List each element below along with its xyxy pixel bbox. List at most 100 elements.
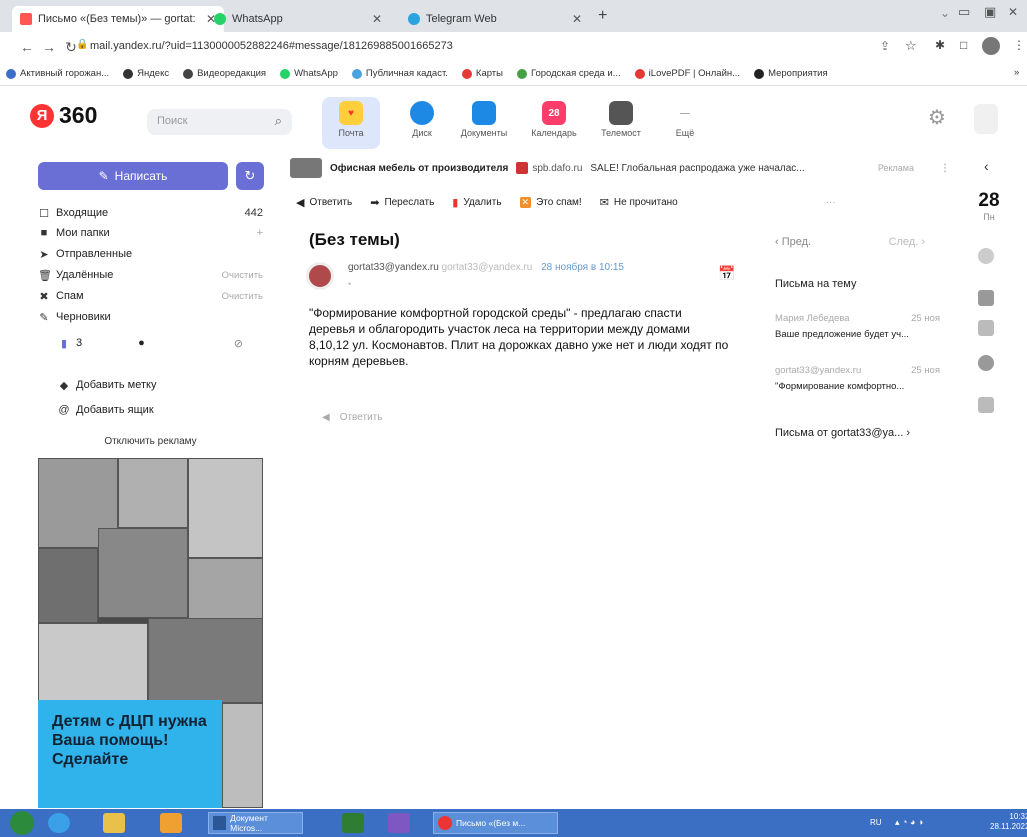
tab-whatsapp[interactable]: WhatsApp ✕	[206, 6, 390, 32]
bookmark-item[interactable]: Активный горожан...	[6, 68, 109, 79]
tab-search-icon[interactable]: ⌄	[940, 6, 950, 20]
forward-button[interactable]: ➡ Переслать	[370, 196, 434, 209]
folder-drafts[interactable]: ✎ Черновики	[38, 308, 263, 326]
bookmark-item[interactable]: Карты	[461, 68, 503, 79]
top-ad-banner[interactable]: Офисная мебель от производителя spb.dafo…	[290, 155, 950, 181]
more-actions-button[interactable]: ···	[826, 197, 836, 208]
refresh-button[interactable]: ↻	[236, 162, 264, 190]
close-icon[interactable]: ✕	[572, 12, 582, 26]
folder-sent[interactable]: ➤ Отправленные	[38, 245, 263, 263]
reply-button[interactable]: ◀ Ответить	[296, 196, 352, 209]
chat-icon[interactable]	[978, 248, 994, 264]
forward-icon[interactable]: →	[38, 39, 60, 55]
app-icon[interactable]	[388, 813, 410, 833]
collapse-panel-icon[interactable]: ‹	[984, 158, 989, 174]
media-icon[interactable]	[160, 813, 182, 833]
thread-item[interactable]: Мария Лебедева 25 ноя Ваше предложение бу…	[775, 313, 940, 340]
spam-icon: ✕	[519, 196, 532, 208]
taskbar-word[interactable]: Документ Micros...	[208, 812, 303, 834]
taskbar-chrome[interactable]: Письмо «(Без м...	[433, 812, 558, 834]
close-icon[interactable]: ✕	[372, 12, 382, 26]
message-subject: (Без темы)	[309, 230, 400, 249]
sidepanel-icon[interactable]: □	[960, 38, 967, 52]
menu-dots-icon[interactable]: ⋮	[1013, 38, 1025, 52]
search-input[interactable]: Поиск ⌕	[147, 109, 292, 135]
back-icon[interactable]: ←	[16, 39, 38, 55]
share-icon[interactable]: ⇪	[880, 39, 890, 53]
delete-button[interactable]: ▮ Удалить	[452, 196, 501, 209]
service-calendar[interactable]: 28 Календарь	[525, 97, 583, 149]
bookmark-item[interactable]: WhatsApp	[280, 68, 338, 79]
bookmark-item[interactable]: Яндекс	[123, 68, 169, 79]
bookmark-item[interactable]: Мероприятия	[754, 68, 828, 79]
sender-email[interactable]: gortat33@yandex.ru	[348, 262, 439, 273]
labels-row: ▮ 3 ● ⊘	[58, 334, 243, 352]
settings-gear-icon[interactable]: ⚙	[928, 105, 946, 130]
user-avatar[interactable]	[974, 104, 998, 134]
thread-heading: Письма на тему	[775, 278, 857, 290]
add-label-button[interactable]: ◆ Добавить метку	[58, 376, 243, 394]
explorer-icon[interactable]	[103, 813, 125, 833]
bookmark-item[interactable]: Городская среда и...	[516, 68, 621, 79]
bookmark-label-icon[interactable]: ▮	[58, 337, 70, 350]
service-telemost[interactable]: Телемост	[592, 97, 650, 149]
service-disk[interactable]: Диск	[393, 97, 451, 149]
add-folder-button[interactable]: +	[257, 227, 263, 239]
bookmark-item[interactable]: Видеоредакция	[183, 68, 266, 79]
ie-icon[interactable]	[48, 813, 70, 833]
clear-deleted-button[interactable]: Очистить	[222, 270, 263, 281]
compose-button[interactable]: ✎ Написать	[38, 162, 228, 190]
recipient-email[interactable]: gortat33@yandex.ru	[442, 262, 533, 273]
next-button[interactable]: След. ›	[889, 236, 925, 248]
bookmark-item[interactable]: iLovePDF | Онлайн...	[634, 68, 740, 79]
calendar-day-tile[interactable]: 28 Пн	[974, 190, 1004, 222]
yandex-360-logo[interactable]: Я 360	[30, 102, 97, 129]
new-tab-button[interactable]: +	[598, 7, 607, 25]
folder-spam[interactable]: ✖ Спам Очистить	[38, 287, 263, 305]
bookmarks-more-button[interactable]: »	[1014, 67, 1019, 78]
notes-icon[interactable]	[978, 290, 994, 306]
tasks-icon[interactable]	[978, 397, 994, 413]
pie-icon[interactable]	[978, 355, 994, 371]
mark-unread-button[interactable]: ✉ Не прочитано	[600, 196, 678, 209]
tab-mail[interactable]: Письмо «(Без темы)» — gortat: ✕	[12, 6, 224, 32]
tab-telegram[interactable]: Telegram Web ✕	[400, 6, 590, 32]
attachment-icon[interactable]: ⊘	[234, 337, 243, 350]
ad-text-block[interactable]: Детям с ДЦП нужна Ваша помощь! Сделайте	[38, 700, 222, 808]
disable-ads-link[interactable]: Отключить рекламу	[38, 436, 263, 447]
folder-inbox[interactable]: ☐ Входящие 442	[38, 204, 263, 222]
clear-spam-button[interactable]: Очистить	[222, 291, 263, 302]
unread-count: 442	[244, 207, 263, 219]
recipient-more[interactable]: •	[348, 279, 351, 289]
tray-icons[interactable]: ▴ ◔ ◕ ◑	[895, 817, 923, 828]
folder-my-folders[interactable]: ■ Мои папки +	[38, 224, 263, 242]
bookmark-star-icon[interactable]: ☆	[905, 38, 917, 54]
calendar-event-icon[interactable]: 📅	[718, 265, 735, 282]
url-field[interactable]: mail.yandex.ru/?uid=1130000052882246#mes…	[90, 40, 453, 52]
close-window-icon[interactable]: ✕	[1008, 5, 1018, 19]
excel-icon[interactable]	[342, 813, 364, 833]
service-mail[interactable]: ♥ Почта	[322, 97, 380, 149]
search-icon[interactable]: ⌕	[275, 113, 282, 129]
maximize-icon[interactable]: ▣	[984, 4, 996, 20]
dot-icon[interactable]: ●	[138, 337, 145, 349]
prev-button[interactable]: ‹ Пред.	[775, 236, 811, 248]
ad-menu-icon[interactable]: ⋮	[940, 163, 950, 174]
clock[interactable]: 10:32 28.11.2022	[990, 812, 1027, 832]
bookmark-item[interactable]: Публичная кадаст.	[351, 68, 448, 79]
extensions-icon[interactable]: ✱	[935, 38, 945, 52]
minimize-icon[interactable]: ▭	[958, 4, 970, 20]
thread-item[interactable]: gortat33@yandex.ru 25 ноя "Формирование к…	[775, 365, 940, 392]
letters-from-sender-link[interactable]: Письма от gortat33@ya... ›	[775, 427, 910, 439]
apps-icon[interactable]	[978, 320, 994, 336]
add-mailbox-button[interactable]: @ Добавить ящик	[58, 401, 243, 419]
spam-button[interactable]: ✕ Это спам!	[519, 196, 582, 208]
profile-avatar[interactable]	[982, 37, 1000, 55]
start-button[interactable]	[10, 811, 34, 835]
service-more[interactable]: — Ещё	[656, 97, 714, 149]
quick-reply-button[interactable]: ◀ Ответить	[322, 412, 382, 423]
sender-avatar[interactable]	[306, 262, 334, 290]
language-indicator[interactable]: RU	[870, 818, 882, 827]
service-documents[interactable]: Документы	[455, 97, 513, 149]
folder-deleted[interactable]: 🗑 Удалённые Очистить	[38, 266, 263, 284]
